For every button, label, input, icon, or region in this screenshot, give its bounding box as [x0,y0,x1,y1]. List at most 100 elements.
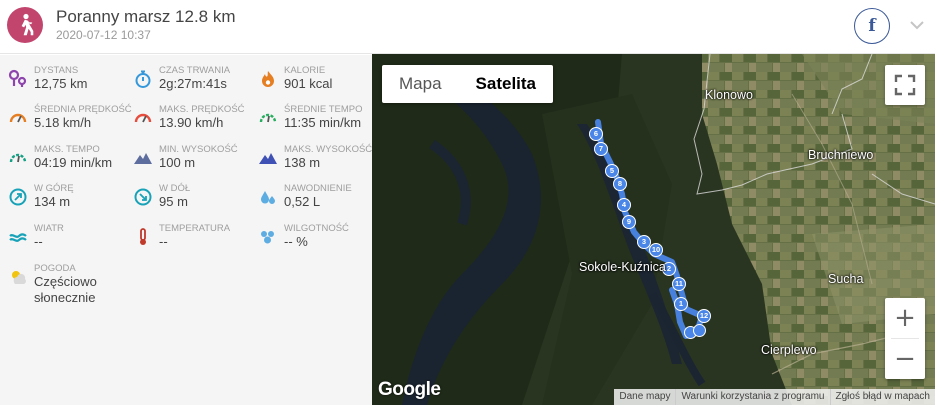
place-label-sokole-kuznica: Sokole-Kuźnica [579,260,666,274]
place-label-sucha: Sucha [828,272,864,286]
stat-wind: WIATR -- [0,223,125,261]
stat-label: DYSTANS [34,65,79,76]
stat-hydration: NAWODNIENIE 0,52 L [250,183,375,221]
stat-value: 0,52 L [284,194,321,209]
activity-date: 2020-07-12 10:37 [56,28,151,42]
route-marker[interactable]: 11 [672,277,686,291]
map-type-map-button[interactable]: Mapa [382,65,459,103]
report-error-link[interactable]: Zgłoś błąd w mapach [829,389,935,405]
stat-temperature: TEMPERATURA -- [125,223,250,261]
map-type-toggle: Mapa Satelita [382,65,554,103]
stat-distance: DYSTANS 12,75 km [0,65,125,103]
pace-icon [8,148,28,168]
activity-title: Poranny marsz 12.8 km [56,7,236,26]
terms-link[interactable]: Warunki korzystania z programu [675,389,829,405]
place-label-bruchniewo: Bruchniewo [808,148,874,162]
stat-value: 04:19 min/km [34,155,113,170]
stat-label: MAKS. TEMPO [34,144,100,155]
stat-label: ŚREDNIA PRĘDKOŚĆ [34,104,132,115]
stat-value: 2g:27m:41s [159,76,227,91]
thermometer-icon [133,227,153,247]
route-marker[interactable]: 4 [617,198,631,212]
stat-value: Częściowo słonecznie [34,274,97,305]
compass-up-icon [8,187,28,207]
facebook-icon: f [868,16,876,36]
partly-sunny-icon [8,267,28,287]
stat-label: NAWODNIENIE [284,183,352,194]
wind-icon [8,227,28,247]
stat-avg_pace: ŚREDNIE TEMPO 11:35 min/km [250,104,375,142]
stat-value: 12,75 km [34,76,88,91]
water-drops-icon [258,187,278,207]
route-marker[interactable]: 10 [649,243,663,257]
stat-value: 5.18 km/h [34,115,92,130]
stat-weather: POGODA Częściowo słonecznie [0,263,125,305]
mountain-icon [258,148,278,168]
stat-label: MIN. WYSOKOŚĆ [159,144,238,155]
flame-icon [258,69,278,89]
map-footer-links: Dane mapy Warunki korzystania z programu… [614,389,935,405]
stat-value: -- % [284,234,308,249]
stat-max_alt: MAKS. WYSOKOŚĆ 138 m [250,144,375,182]
stat-value: 13.90 km/h [159,115,224,130]
stat-max_speed: MAKS. PRĘDKOŚĆ 13.90 km/h [125,104,250,142]
speedometer-icon [133,108,153,128]
stat-calories: KALORIE 901 kcal [250,65,375,103]
stat-label: KALORIE [284,65,326,76]
pace-icon [258,108,278,128]
stat-label: WIATR [34,223,64,234]
walking-activity-icon [7,7,43,43]
map-data-link[interactable]: Dane mapy [614,389,675,405]
zoom-out-button[interactable]: − [885,339,925,379]
stat-value: 100 m [159,155,196,170]
stat-value: 901 kcal [284,76,333,91]
stat-label: W GÓRĘ [34,183,74,194]
humidity-icon [258,227,278,247]
stat-duration: CZAS TRWANIA 2g:27m:41s [125,65,250,103]
facebook-share-button[interactable]: f [854,8,890,44]
route-marker[interactable]: 5 [605,164,619,178]
speedometer-icon [8,108,28,128]
stat-value: -- [34,234,43,249]
stat-humidity: WILGOTNOŚĆ -- % [250,223,375,261]
stat-value: 95 m [159,194,188,209]
stat-label: MAKS. WYSOKOŚĆ [284,144,373,155]
stopwatch-icon [133,69,153,89]
stat-label: POGODA [34,263,76,274]
stat-label: MAKS. PRĘDKOŚĆ [159,104,245,115]
finish-pin-icon[interactable] [693,324,706,337]
route-marker[interactable]: 7 [594,142,608,156]
stat-descent: W DÓŁ 95 m [125,183,250,221]
route-track [595,119,705,339]
distance-icon [8,69,28,89]
route-marker[interactable]: 9 [622,215,636,229]
fullscreen-button[interactable] [885,65,925,105]
stat-value: 11:35 min/km [284,115,362,130]
stat-avg_speed: ŚREDNIA PRĘDKOŚĆ 5.18 km/h [0,104,132,142]
place-label-cierplewo: Cierplewo [761,343,817,357]
google-logo: Google [378,379,441,400]
route-marker[interactable]: 6 [589,127,603,141]
stat-label: ŚREDNIE TEMPO [284,104,363,115]
chevron-down-icon[interactable] [907,15,927,35]
map-type-satellite-button[interactable]: Satelita [459,65,553,103]
zoom-control: + − [885,298,925,379]
route-map[interactable]: 6 7 5 8 4 9 3 10 2 11 1 12 Mapa Satelita Klonowo Br… [372,54,935,405]
stat-value: 134 m [34,194,71,209]
route-marker[interactable]: 1 [674,297,688,311]
fullscreen-icon [894,74,916,96]
stat-max_pace: MAKS. TEMPO 04:19 min/km [0,144,125,182]
stat-value: 138 m [284,155,321,170]
route-marker[interactable]: 8 [613,177,627,191]
stat-label: W DÓŁ [159,183,191,194]
stat-value: -- [159,234,168,249]
route-marker[interactable]: 12 [697,309,711,323]
zoom-in-button[interactable]: + [885,298,925,338]
stat-label: WILGOTNOŚĆ [284,223,349,234]
stat-ascent: W GÓRĘ 134 m [0,183,125,221]
stat-label: TEMPERATURA [159,223,231,234]
activity-header: Poranny marsz 12.8 km 2020-07-12 10:37 f [0,0,935,54]
stats-panel: DYSTANS 12,75 km CZAS TRWANIA 2g:27m:41s KAL… [0,55,372,405]
stat-label: CZAS TRWANIA [159,65,231,76]
mountain-icon [133,148,153,168]
